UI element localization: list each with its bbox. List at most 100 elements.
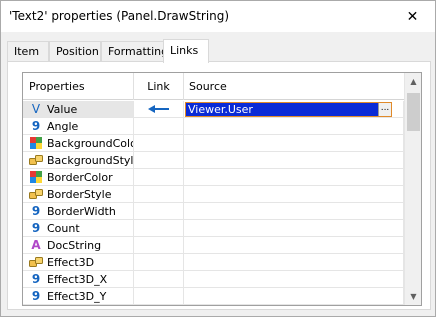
source-editor[interactable]: Viewer.User... — [185, 102, 392, 117]
close-button[interactable]: ✕ — [390, 1, 435, 32]
number-icon: 9 — [31, 289, 41, 303]
source-cell[interactable] — [184, 203, 404, 220]
link-cell[interactable] — [134, 186, 184, 203]
browse-button[interactable]: ... — [378, 103, 391, 116]
text-a-icon: A — [31, 238, 41, 252]
source-value[interactable]: Viewer.User — [188, 103, 253, 116]
number-icon: 9 — [31, 272, 41, 286]
number-icon: 9 — [31, 119, 41, 133]
property-cell[interactable]: 9 Effect3D_Y — [23, 288, 134, 305]
property-name: Effect3D_Y — [47, 289, 107, 303]
link-cell[interactable] — [134, 101, 184, 118]
link-cell[interactable] — [134, 288, 184, 305]
property-name: Effect3D — [47, 255, 95, 269]
link-cell[interactable] — [134, 152, 184, 169]
property-name: DocString — [47, 238, 102, 252]
property-cell[interactable]: 9 BorderWidth — [23, 203, 134, 220]
table-row[interactable]: BackgroundStyle — [23, 152, 404, 169]
property-name: BackgroundStyle — [47, 153, 134, 167]
source-cell[interactable] — [184, 186, 404, 203]
table-row[interactable]: 9 BorderWidth — [23, 203, 404, 220]
link-cell[interactable] — [134, 203, 184, 220]
table-row[interactable]: V Value Viewer.User... — [23, 101, 404, 118]
tab-label: Formatting — [108, 45, 169, 58]
property-cell[interactable]: BorderColor — [23, 169, 134, 186]
property-cell[interactable]: 9 Angle — [23, 118, 134, 135]
link-cell[interactable] — [134, 135, 184, 152]
tab-position[interactable]: Position — [49, 41, 101, 62]
header-properties[interactable]: Properties — [23, 73, 134, 100]
property-name: BackgroundColor — [47, 136, 134, 150]
property-cell[interactable]: V Value — [23, 101, 134, 118]
link-cell[interactable] — [134, 254, 184, 271]
source-cell[interactable] — [184, 169, 404, 186]
property-name: Angle — [47, 119, 79, 133]
property-name: BorderWidth — [47, 204, 116, 218]
source-cell[interactable] — [184, 288, 404, 305]
source-cell[interactable] — [184, 152, 404, 169]
table-row[interactable]: 9 Count — [23, 220, 404, 237]
property-name: Value — [47, 102, 78, 116]
property-cell[interactable]: BorderStyle — [23, 186, 134, 203]
property-cell[interactable]: A DocString — [23, 237, 134, 254]
title-bar: 'Text2' properties (Panel.DrawString) ✕ — [1, 1, 435, 32]
scroll-thumb[interactable] — [407, 93, 420, 131]
table-row[interactable]: Effect3D — [23, 254, 404, 271]
property-cell[interactable]: BackgroundColor — [23, 135, 134, 152]
variant-v-icon: V — [31, 102, 41, 116]
vertical-scrollbar[interactable]: ▲ ▼ — [404, 73, 421, 305]
source-cell[interactable] — [184, 237, 404, 254]
property-name: BorderStyle — [47, 187, 112, 201]
grid-header: Properties Link Source — [23, 73, 404, 100]
number-icon: 9 — [31, 221, 41, 235]
property-name: Effect3D_X — [47, 272, 108, 286]
tab-strip: Item Position Formatting Links — [7, 39, 431, 63]
tab-label: Item — [14, 45, 40, 58]
tab-links[interactable]: Links — [163, 39, 209, 63]
table-row[interactable]: A DocString — [23, 237, 404, 254]
table-row[interactable]: BackgroundColor — [23, 135, 404, 152]
properties-dialog: 'Text2' properties (Panel.DrawString) ✕ … — [0, 0, 436, 317]
number-icon: 9 — [31, 204, 41, 218]
source-cell[interactable] — [184, 254, 404, 271]
property-cell[interactable]: 9 Count — [23, 220, 134, 237]
scroll-up-icon[interactable]: ▲ — [405, 73, 421, 90]
link-cell[interactable] — [134, 220, 184, 237]
tab-label: Position — [56, 45, 99, 58]
link-cell[interactable] — [134, 237, 184, 254]
property-name: Count — [47, 221, 80, 235]
scroll-down-icon[interactable]: ▼ — [405, 288, 421, 305]
links-tab-panel: Properties Link Source V Value Viewer.User… — [7, 61, 431, 310]
color-icon — [29, 170, 43, 184]
table-row[interactable]: BorderColor — [23, 169, 404, 186]
source-cell[interactable] — [184, 271, 404, 288]
property-cell[interactable]: Effect3D — [23, 254, 134, 271]
tab-formatting[interactable]: Formatting — [101, 41, 168, 62]
link-cell[interactable] — [134, 271, 184, 288]
grid-body: Properties Link Source V Value Viewer.User… — [23, 73, 404, 305]
source-cell[interactable] — [184, 135, 404, 152]
property-cell[interactable]: BackgroundStyle — [23, 152, 134, 169]
table-row[interactable]: BorderStyle — [23, 186, 404, 203]
window-title: 'Text2' properties (Panel.DrawString) — [9, 9, 230, 23]
style-chain-icon — [29, 153, 43, 167]
close-icon: ✕ — [406, 8, 419, 25]
links-grid: Properties Link Source V Value Viewer.User… — [22, 72, 422, 306]
tab-label: Links — [170, 44, 199, 57]
color-icon — [29, 136, 43, 150]
table-row[interactable]: 9 Effect3D_Y — [23, 288, 404, 305]
source-cell[interactable] — [184, 118, 404, 135]
header-link[interactable]: Link — [134, 73, 184, 100]
table-row[interactable]: 9 Effect3D_X — [23, 271, 404, 288]
link-arrow-icon — [147, 105, 169, 113]
link-cell[interactable] — [134, 118, 184, 135]
style-chain-icon — [29, 255, 43, 269]
header-source[interactable]: Source — [184, 73, 404, 100]
source-cell[interactable] — [184, 220, 404, 237]
link-cell[interactable] — [134, 169, 184, 186]
style-chain-icon — [29, 187, 43, 201]
tab-item[interactable]: Item — [7, 41, 49, 62]
property-cell[interactable]: 9 Effect3D_X — [23, 271, 134, 288]
property-name: BorderColor — [47, 170, 113, 184]
table-row[interactable]: 9 Angle — [23, 118, 404, 135]
